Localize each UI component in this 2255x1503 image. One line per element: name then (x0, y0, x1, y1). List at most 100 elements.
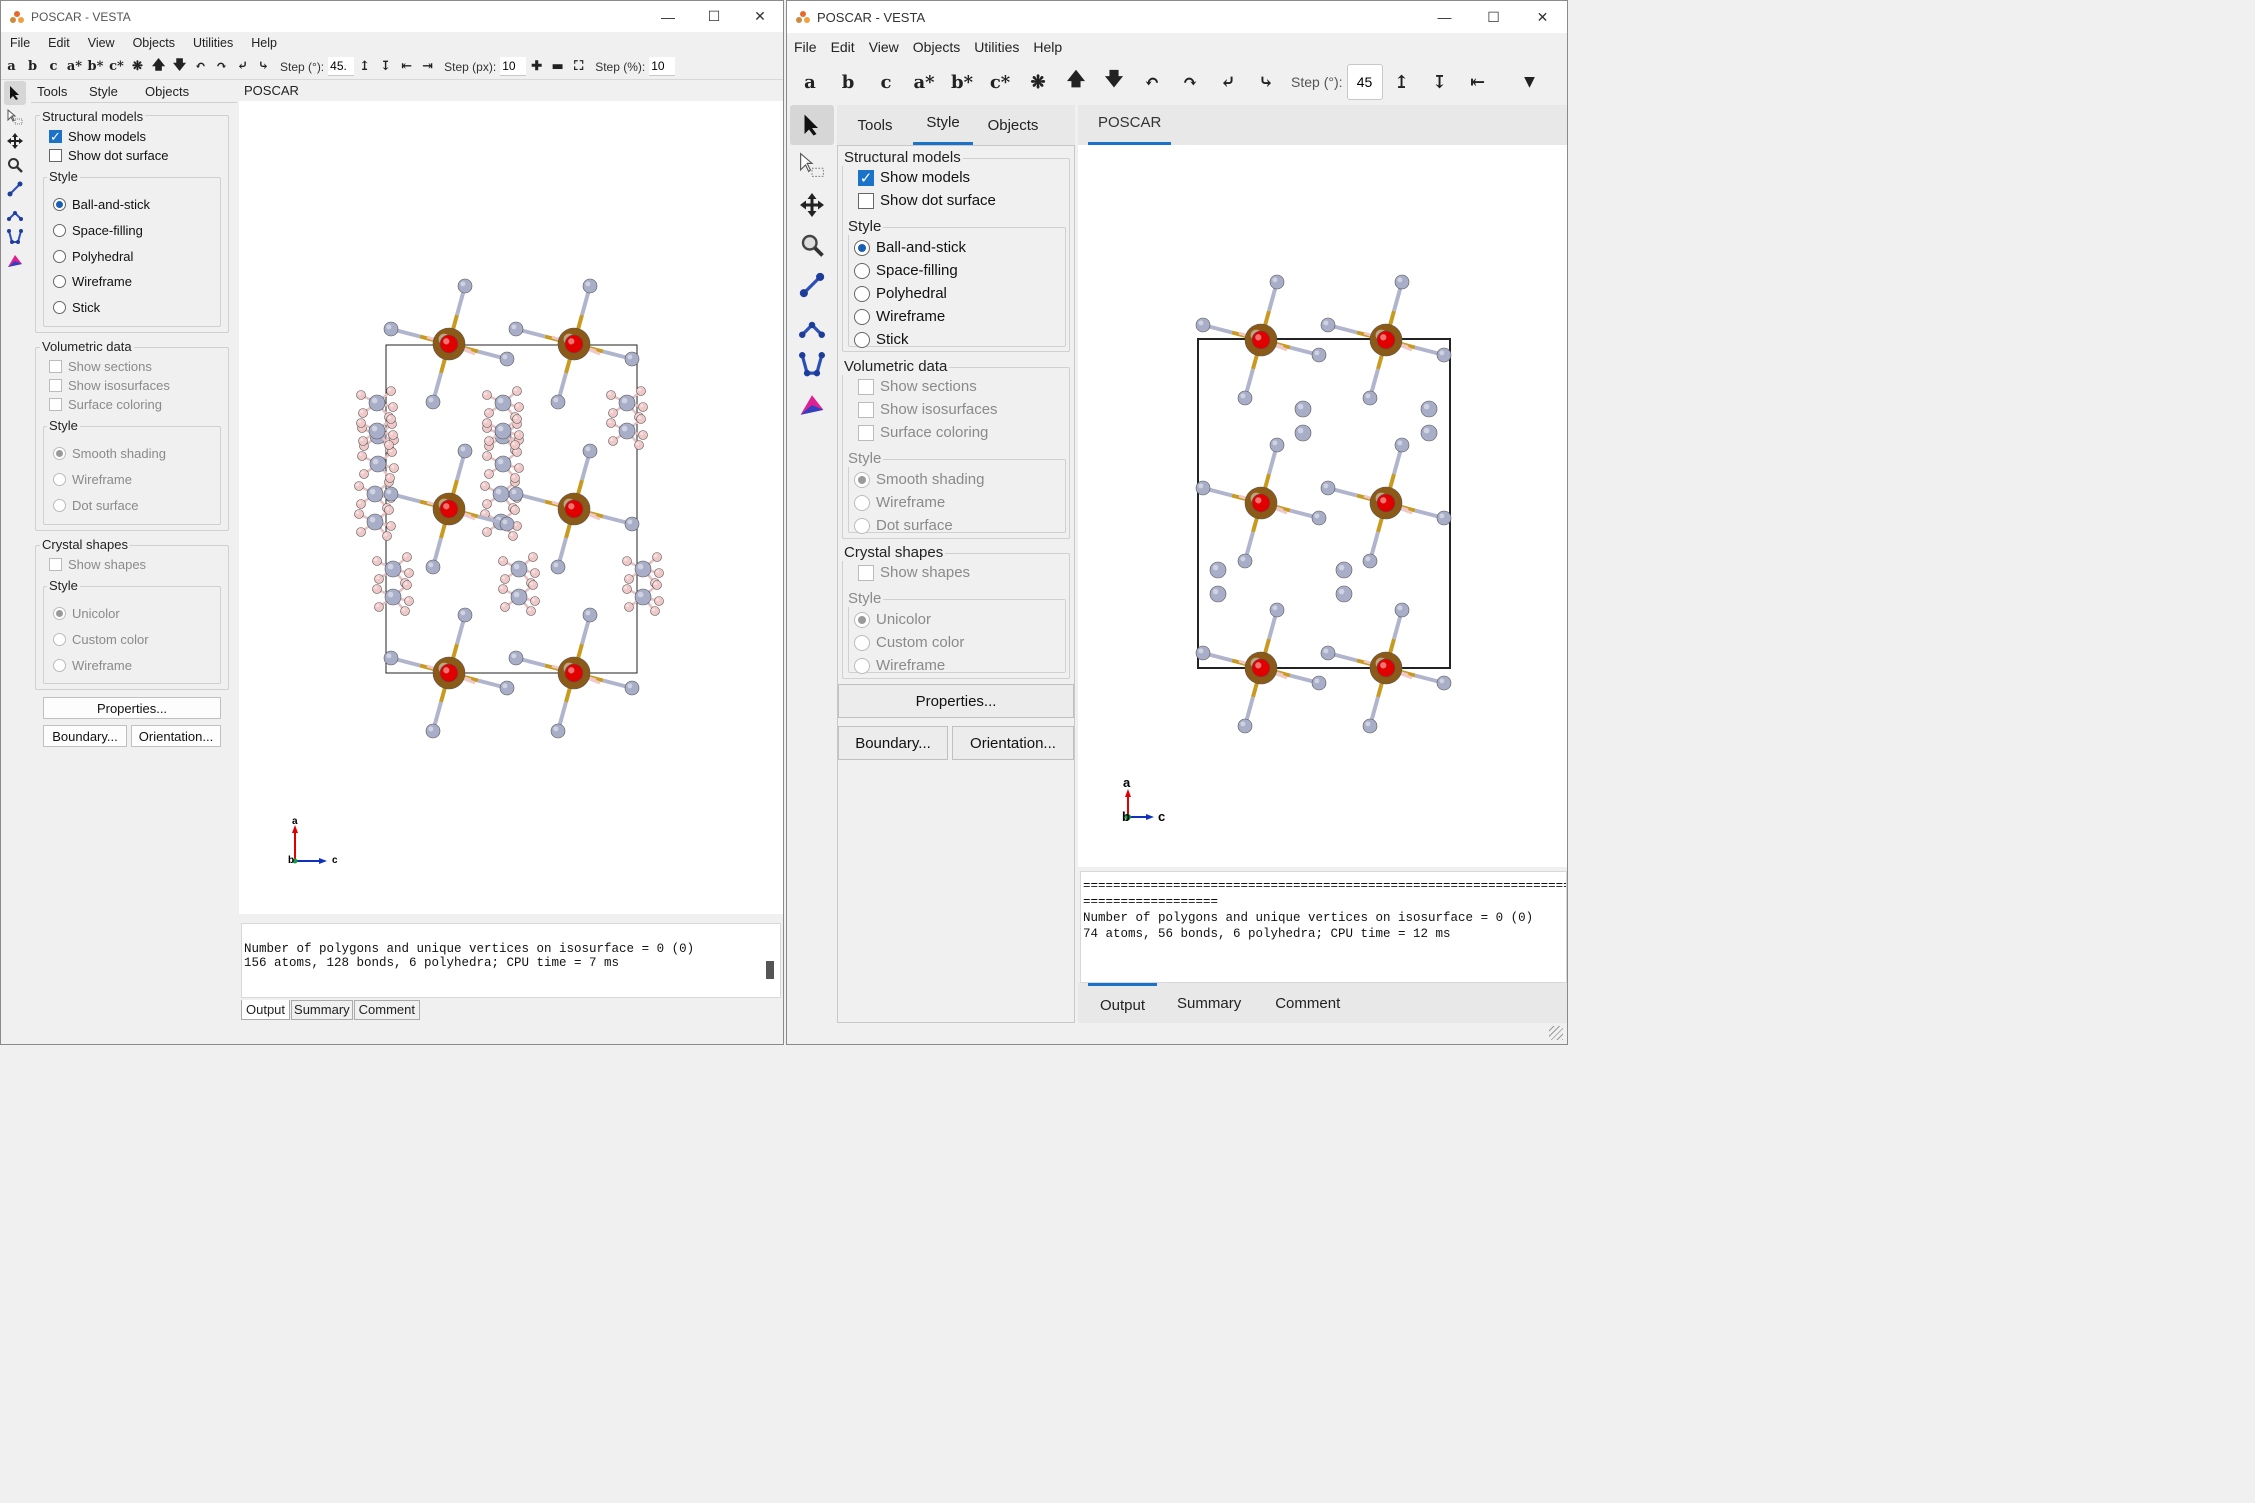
orientation-button[interactable]: Orientation... (952, 726, 1074, 760)
step-deg-input[interactable]: 45. (328, 57, 355, 76)
show-dot-surface-checkbox[interactable]: Show dot surface (858, 192, 996, 209)
standard-orientation-icon[interactable]: ❋ (1019, 62, 1057, 102)
radio-custom-color[interactable]: Custom color (53, 632, 149, 647)
rotate-ccw-icon[interactable]: ⤶ (1209, 62, 1247, 102)
radio-polyhedral[interactable]: Polyhedral (53, 249, 133, 264)
view-along-a-star-button[interactable]: a* (64, 56, 85, 78)
close-icon[interactable]: ✕ (737, 1, 783, 32)
view-along-b-button[interactable]: b (829, 62, 867, 102)
radio-stick[interactable]: Stick (53, 300, 100, 315)
show-sections-checkbox[interactable]: Show sections (49, 359, 152, 374)
view-along-c-star-button[interactable]: c* (106, 56, 127, 78)
console-scrollbar[interactable] (766, 961, 774, 979)
tab-tools[interactable]: Tools (35, 84, 83, 99)
view-tab-poscar[interactable]: POSCAR (244, 83, 299, 98)
distance-tool-icon[interactable] (790, 265, 834, 305)
magnify-tool-icon[interactable] (4, 153, 26, 177)
lattice-plane-icon[interactable] (4, 249, 26, 273)
translate-right-icon[interactable]: ⇥ (417, 56, 438, 78)
rotate-up-icon[interactable]: 🡅 (148, 56, 169, 78)
tab-comment[interactable]: Comment (1275, 995, 1340, 1012)
view-along-c-button[interactable]: c (43, 56, 64, 78)
boundary-button[interactable]: Boundary... (838, 726, 948, 760)
radio-crystal-wireframe[interactable]: Wireframe (53, 658, 132, 673)
select-tool-icon[interactable] (4, 81, 26, 105)
radio-ball-and-stick[interactable]: Ball-and-stick (854, 239, 966, 256)
radio-smooth-shading[interactable]: Smooth shading (53, 446, 166, 461)
toolbar-overflow-chevron-icon[interactable]: ▼ (1511, 62, 1549, 102)
show-models-checkbox[interactable]: ✓ Show models (858, 169, 970, 187)
step-up-icon[interactable]: ↥ (354, 56, 375, 78)
rotate-left-icon[interactable]: ↶ (190, 56, 211, 78)
lattice-plane-icon[interactable] (790, 385, 834, 425)
show-sections-checkbox[interactable]: Show sections (858, 378, 977, 395)
angle-tool-icon[interactable] (790, 305, 834, 345)
step-up-icon[interactable]: ↥ (1383, 62, 1421, 102)
radio-custom-color[interactable]: Custom color (854, 634, 964, 651)
view-along-c-button[interactable]: c (867, 62, 905, 102)
rotate-left-icon[interactable]: ↶ (1133, 62, 1171, 102)
properties-button[interactable]: Properties... (43, 697, 221, 719)
tab-objects[interactable]: Objects (973, 117, 1053, 134)
radio-wireframe[interactable]: Wireframe (53, 274, 132, 289)
menu-help[interactable]: Help (1026, 39, 1069, 55)
translate-tool-icon[interactable] (4, 129, 26, 153)
select-tool-icon[interactable] (790, 105, 834, 145)
menu-file[interactable]: File (1, 36, 39, 50)
show-isosurfaces-checkbox[interactable]: Show isosurfaces (49, 378, 170, 393)
tab-style[interactable]: Style (83, 84, 145, 99)
minimize-icon[interactable]: — (645, 1, 691, 32)
rotate-right-icon[interactable]: ↷ (211, 56, 232, 78)
menu-view[interactable]: View (79, 36, 124, 50)
step-deg-input[interactable]: 45 (1346, 64, 1383, 100)
region-select-icon[interactable] (4, 105, 26, 129)
view-along-b-button[interactable]: b (22, 56, 43, 78)
rotate-up-icon[interactable]: 🡅 (1057, 62, 1095, 102)
view-along-a-button[interactable]: a (1, 56, 22, 78)
view-along-a-star-button[interactable]: a* (905, 62, 943, 102)
translate-left-icon[interactable]: ⇤ (1459, 62, 1497, 102)
rotate-ccw-icon[interactable]: ⤶ (232, 56, 253, 78)
zoom-out-icon[interactable]: ▬ (547, 56, 568, 78)
distance-tool-icon[interactable] (4, 177, 26, 201)
step-pct-input[interactable]: 10 (649, 57, 676, 76)
rotate-cw-icon[interactable]: ⤷ (1247, 62, 1285, 102)
maximize-icon[interactable]: ☐ (1469, 1, 1518, 33)
view-along-b-star-button[interactable]: b* (85, 56, 106, 78)
menu-edit[interactable]: Edit (39, 36, 79, 50)
standard-orientation-icon[interactable]: ❋ (127, 56, 148, 78)
rotate-right-icon[interactable]: ↷ (1171, 62, 1209, 102)
menu-file[interactable]: File (787, 39, 824, 55)
menu-edit[interactable]: Edit (824, 39, 862, 55)
rotate-cw-icon[interactable]: ⤷ (253, 56, 274, 78)
step-down-icon[interactable]: ↧ (1421, 62, 1459, 102)
view-along-b-star-button[interactable]: b* (943, 62, 981, 102)
dihedral-tool-icon[interactable] (790, 345, 834, 385)
view-along-c-star-button[interactable]: c* (981, 62, 1019, 102)
surface-coloring-checkbox[interactable]: Surface coloring (858, 424, 988, 441)
magnify-tool-icon[interactable] (790, 225, 834, 265)
radio-ball-and-stick[interactable]: Ball-and-stick (53, 197, 150, 212)
minimize-icon[interactable]: — (1420, 1, 1469, 33)
translate-left-icon[interactable]: ⇤ (396, 56, 417, 78)
orientation-button[interactable]: Orientation... (131, 725, 221, 747)
show-shapes-checkbox[interactable]: Show shapes (858, 564, 970, 581)
menu-view[interactable]: View (862, 39, 906, 55)
radio-wireframe[interactable]: Wireframe (854, 308, 945, 325)
tab-output[interactable]: Output (1088, 983, 1158, 1023)
menu-utilities[interactable]: Utilities (184, 36, 242, 50)
angle-tool-icon[interactable] (4, 201, 26, 225)
maximize-icon[interactable]: ☐ (691, 1, 737, 32)
tab-output[interactable]: Output (241, 1000, 291, 1020)
show-isosurfaces-checkbox[interactable]: Show isosurfaces (858, 401, 998, 418)
rotate-down-icon[interactable]: 🡇 (169, 56, 190, 78)
tab-comment[interactable]: Comment (353, 1000, 421, 1020)
tab-style[interactable]: Style (913, 105, 973, 145)
view-tab-poscar[interactable]: POSCAR (1088, 105, 1172, 145)
tab-summary[interactable]: Summary (291, 1000, 353, 1020)
fit-to-screen-icon[interactable]: ⛶ (568, 56, 589, 78)
resize-grip-icon[interactable] (1549, 1026, 1563, 1040)
step-down-icon[interactable]: ↧ (375, 56, 396, 78)
radio-dot-surface[interactable]: Dot surface (854, 517, 953, 534)
surface-coloring-checkbox[interactable]: Surface coloring (49, 397, 162, 412)
